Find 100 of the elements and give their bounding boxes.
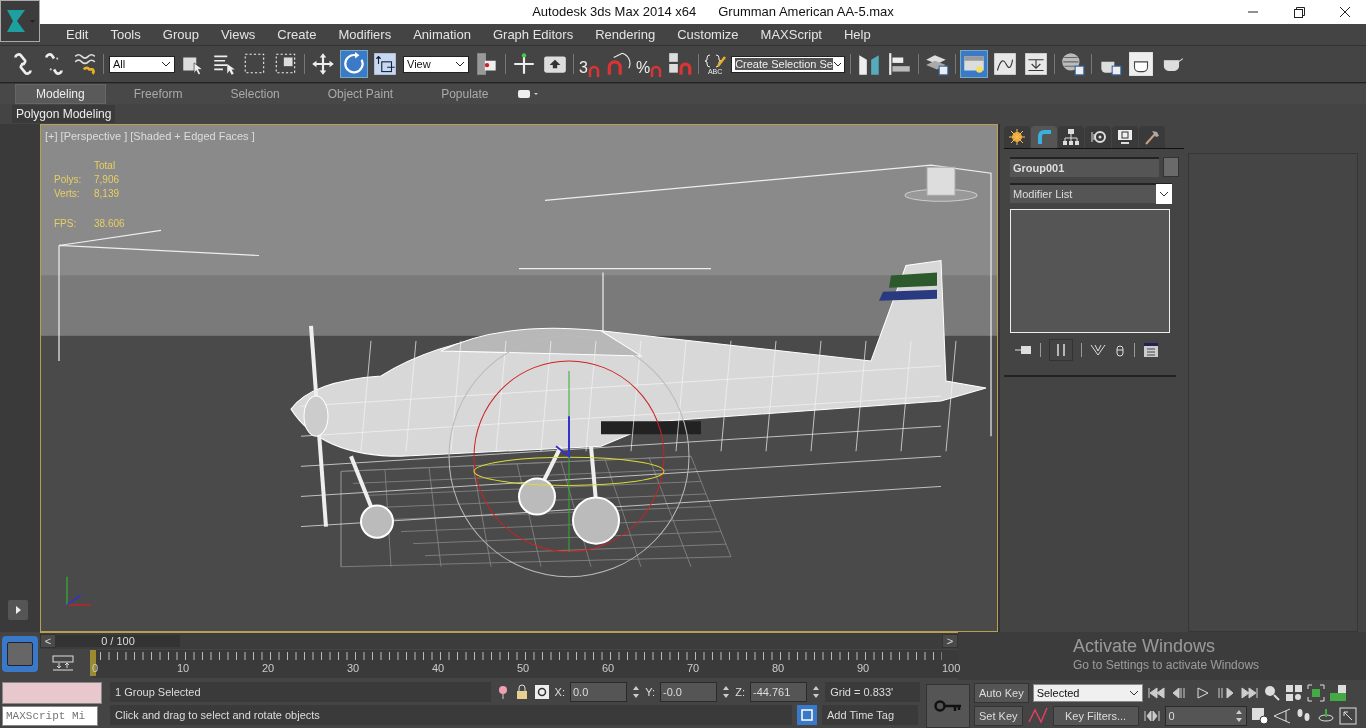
menu-item[interactable]: Help xyxy=(833,27,882,42)
key-mode-dropdown[interactable]: Selected xyxy=(1032,684,1143,702)
move-icon[interactable] xyxy=(310,51,336,77)
auto-key-button[interactable]: Auto Key xyxy=(974,683,1029,703)
ribbon-tab[interactable]: Freeform xyxy=(113,85,203,103)
app-menu-button[interactable] xyxy=(0,0,40,42)
menu-item[interactable]: MAXScript xyxy=(749,27,833,42)
caret-icon xyxy=(161,60,171,68)
command-panel-tab[interactable] xyxy=(1112,126,1138,148)
snap-toggle[interactable]: 3 xyxy=(579,51,600,77)
go-to-end-icon[interactable] xyxy=(1238,686,1259,700)
activation-watermark-text: Go to Settings to activate Windows xyxy=(1073,658,1260,672)
modifier-list-dropdown[interactable]: Modifier List xyxy=(1010,183,1172,203)
menu-item[interactable]: Rendering xyxy=(584,27,667,42)
viewcube-icon[interactable] xyxy=(904,166,978,202)
spinner-icon[interactable] xyxy=(722,684,731,700)
command-panel-tab[interactable] xyxy=(1085,126,1111,148)
menu-item[interactable]: Views xyxy=(209,27,267,42)
close-icon[interactable] xyxy=(1338,5,1352,19)
command-panel-tab[interactable] xyxy=(1139,126,1165,148)
reference-coordinate-dropdown[interactable]: View xyxy=(403,55,469,73)
frame-number: 30 xyxy=(346,662,360,675)
teapot-icon[interactable] xyxy=(1128,51,1155,77)
schematic-view-icon[interactable] xyxy=(1023,51,1050,77)
time-configuration-icon[interactable] xyxy=(1250,707,1269,725)
time-slider[interactable]: < 0 / 100 > xyxy=(40,632,958,649)
maximize-viewport-icon[interactable] xyxy=(1338,707,1357,725)
ribbon-tab[interactable]: Selection xyxy=(210,85,300,103)
menu-item[interactable]: Graph Editors xyxy=(481,27,585,42)
caret-icon xyxy=(1159,190,1169,198)
key-mode-toggle-icon[interactable] xyxy=(1142,709,1161,723)
ribbon-tab[interactable]: Modeling xyxy=(15,84,106,104)
selection-filter-dropdown[interactable]: All xyxy=(109,55,175,73)
curve-editor-icon[interactable] xyxy=(992,51,1019,77)
y-coordinate-field[interactable]: -0.0 xyxy=(660,682,718,702)
zoom-extents-icon[interactable] xyxy=(1306,684,1325,702)
menu-item[interactable]: Animation xyxy=(402,27,482,42)
menu-item[interactable]: Edit xyxy=(55,27,100,42)
command-panel-tab[interactable] xyxy=(1058,126,1084,148)
wave-link-icon[interactable] xyxy=(72,51,98,77)
maxscript-input-field[interactable]: MAXScript Mi xyxy=(2,706,98,726)
current-frame-field[interactable]: 0 xyxy=(1164,706,1247,726)
ribbon-options-icon[interactable] xyxy=(516,89,539,99)
stat-label: Polys: xyxy=(54,174,83,185)
set-key-mode-button[interactable]: Set Key xyxy=(974,706,1023,726)
frame-number: 40 xyxy=(431,662,445,675)
menu-item[interactable]: Group xyxy=(151,27,210,42)
menu-item[interactable]: Create xyxy=(266,27,328,42)
axis-tripod-icon xyxy=(66,576,92,606)
zoom-icon[interactable] xyxy=(1262,684,1281,702)
spinner-icon[interactable] xyxy=(632,684,641,700)
previous-frame-button[interactable]: < xyxy=(40,634,56,648)
lock-icon[interactable] xyxy=(514,684,529,700)
time-slider-thumb[interactable]: 0 / 100 xyxy=(56,635,180,647)
absolute-mode-icon[interactable] xyxy=(533,684,550,700)
field-of-view-icon[interactable] xyxy=(1272,707,1291,725)
add-time-tag-button[interactable]: Add Time Tag xyxy=(822,705,918,725)
modifier-stack-list[interactable] xyxy=(1010,209,1170,333)
manipulate-icon[interactable] xyxy=(511,51,537,77)
ribbon-panel-label[interactable]: Polygon Modeling xyxy=(12,105,116,123)
zoom-all-icon[interactable] xyxy=(1284,684,1303,702)
show-end-result-icon[interactable] xyxy=(1049,339,1073,361)
next-frame-button[interactable]: > xyxy=(942,634,958,648)
rotate-icon[interactable] xyxy=(341,51,367,77)
spinner-snap-icon[interactable] xyxy=(667,51,694,77)
menu-item[interactable]: Modifiers xyxy=(327,27,403,42)
scale-icon[interactable] xyxy=(372,51,398,77)
object-color-swatch[interactable] xyxy=(1163,157,1179,177)
maximize-icon[interactable] xyxy=(1292,5,1306,19)
remove-modifier-icon[interactable] xyxy=(1114,343,1126,357)
play-icon[interactable] xyxy=(1194,686,1211,700)
zoom-extents-all-icon[interactable] xyxy=(1328,684,1347,702)
material-ball-icon[interactable] xyxy=(1060,51,1087,77)
key-filters-button[interactable]: Key Filters... xyxy=(1052,706,1139,726)
object-name-field[interactable]: Group001 xyxy=(1010,157,1159,177)
ribbon-tab[interactable]: Object Paint xyxy=(307,85,414,103)
menu-item[interactable]: Tools xyxy=(99,27,152,42)
set-key-button[interactable] xyxy=(926,684,970,728)
spinner-icon[interactable] xyxy=(812,684,821,700)
isolate-selection-icon[interactable] xyxy=(797,705,817,725)
pushpin-icon[interactable] xyxy=(496,684,510,700)
orbit-icon[interactable] xyxy=(1316,707,1335,725)
track-bar-toggle-icon[interactable] xyxy=(50,654,76,674)
stat-value: 8,139 xyxy=(94,188,121,199)
configure-sets-icon[interactable] xyxy=(1143,342,1159,358)
maxscript-listener-field[interactable] xyxy=(2,682,102,704)
target-icon xyxy=(1089,128,1107,146)
pin-stack-icon[interactable] xyxy=(1014,343,1032,357)
z-coordinate-field[interactable]: -44.761 xyxy=(749,682,808,702)
command-panel-tab[interactable] xyxy=(1004,126,1030,148)
go-to-start-icon[interactable] xyxy=(1146,686,1167,700)
percent-snap-toggle[interactable]: % xyxy=(635,51,663,77)
ribbon-tab[interactable]: Populate xyxy=(421,85,509,103)
mini-curve-editor-button[interactable] xyxy=(2,636,38,672)
make-unique-icon[interactable] xyxy=(1090,343,1106,357)
x-label: X: xyxy=(554,686,565,698)
menu-item[interactable]: Customize xyxy=(666,27,750,42)
sun-icon xyxy=(1008,128,1026,146)
x-coordinate-field[interactable]: 0.0 xyxy=(570,682,628,702)
named-selection-dropdown[interactable]: Create Selection Se xyxy=(731,55,846,73)
